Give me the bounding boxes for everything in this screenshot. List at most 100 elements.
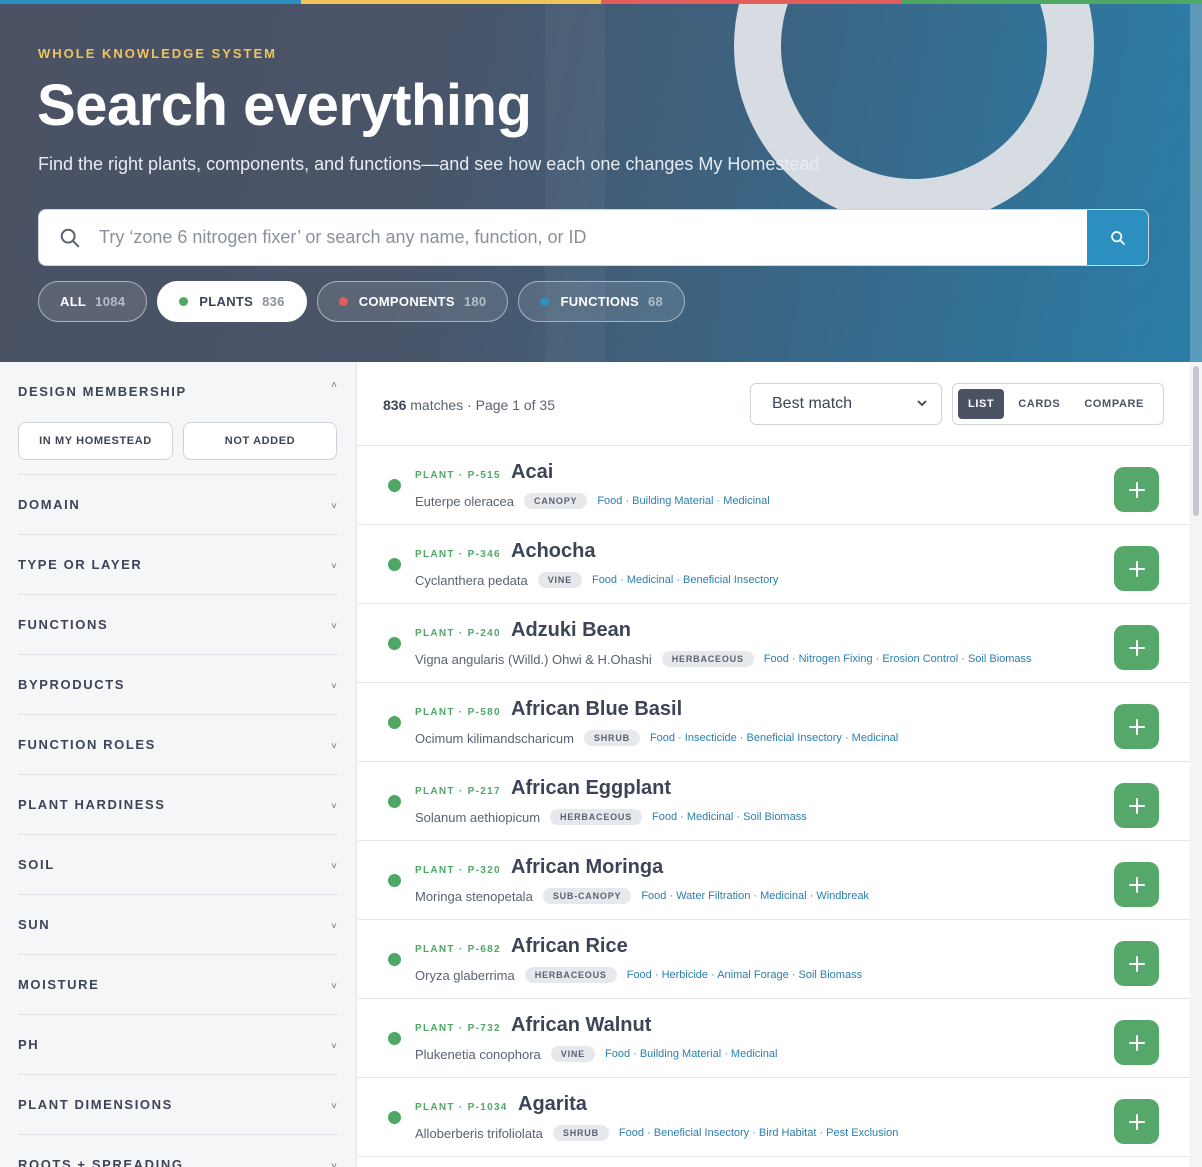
- facet-functions[interactable]: FUNCTIONS ˅: [18, 595, 337, 655]
- facet-sun[interactable]: SUN ˅: [18, 895, 337, 955]
- facet-moisture[interactable]: MOISTURE ˅: [18, 955, 337, 1015]
- result-row[interactable]: PLANT · P-346 Achocha Cyclanthera pedata VI…: [358, 525, 1190, 604]
- search-icon: [1110, 230, 1125, 245]
- facet-design-membership: DESIGN MEMBERSHIP ˄ IN MY HOMESTEAD NOT …: [18, 362, 337, 475]
- result-name[interactable]: African Eggplant: [511, 777, 671, 800]
- layer-badge: HERBACEOUS: [550, 809, 643, 825]
- scientific-name: Solanum aethiopicum: [415, 809, 541, 825]
- add-to-homestead-button[interactable]: [1114, 783, 1159, 828]
- plant-type-dot-icon: [388, 637, 401, 650]
- function-list: Food · Herbicide · Animal Forage · Soil …: [626, 969, 863, 981]
- result-name[interactable]: Acai: [511, 461, 553, 484]
- facet-soil[interactable]: SOIL ˅: [18, 835, 337, 895]
- plant-type-dot-icon: [388, 1032, 401, 1045]
- chevron-down-icon[interactable]: ˅: [331, 741, 337, 752]
- add-to-homestead-button[interactable]: [1114, 467, 1159, 512]
- sort-select[interactable]: Best match: [750, 383, 942, 425]
- stripe-segment: [300, 0, 601, 4]
- result-row[interactable]: PLANT · P-682 African Rice Oryza glaberrim…: [358, 920, 1190, 999]
- facet-plant-hardiness[interactable]: PLANT HARDINESS ˅: [18, 775, 337, 835]
- view-mode-tabs: LIST CARDS COMPARE: [952, 383, 1164, 425]
- in-my-homestead-button[interactable]: IN MY HOMESTEAD: [18, 422, 173, 460]
- not-added-button[interactable]: NOT ADDED: [183, 422, 337, 460]
- filter-pill-functions[interactable]: FUNCTIONS 68: [518, 281, 686, 322]
- result-row[interactable]: PLANT · P-1034 Agarita Alloberberis trifol…: [358, 1078, 1190, 1157]
- result-name[interactable]: Agarita: [518, 1093, 587, 1116]
- add-to-homestead-button[interactable]: [1114, 625, 1159, 670]
- facet-roots-spreading[interactable]: ROOTS + SPREADING ˅: [18, 1135, 337, 1167]
- result-name[interactable]: Adzuki Bean: [511, 619, 631, 642]
- result-name[interactable]: Achocha: [511, 540, 595, 563]
- plus-icon: [1128, 639, 1145, 656]
- chevron-down-icon[interactable]: ˅: [331, 561, 337, 572]
- facet-label: SOIL: [18, 857, 55, 872]
- result-row[interactable]: PLANT · P-580 African Blue Basil Ocimum ki…: [358, 683, 1190, 762]
- search-bar: [38, 209, 1149, 266]
- plus-icon: [1128, 718, 1145, 735]
- view-tab-cards[interactable]: CARDS: [1008, 389, 1070, 419]
- results-scrollbar[interactable]: [1190, 362, 1202, 1167]
- add-to-homestead-button[interactable]: [1114, 1020, 1159, 1065]
- result-name[interactable]: African Walnut: [511, 1014, 651, 1037]
- facet-plant-dimensions[interactable]: PLANT DIMENSIONS ˅: [18, 1075, 337, 1135]
- pill-count: 836: [262, 294, 285, 309]
- result-row[interactable]: PLANT · P-217 African Eggplant Solanum aet…: [358, 762, 1190, 841]
- result-details: Ocimum kilimandscharicum SHRUB Food · Inse…: [415, 730, 898, 746]
- scientific-name: Oryza glaberrima: [415, 967, 515, 983]
- result-row[interactable]: PLANT · P-240 Adzuki Bean Vigna angularis …: [358, 604, 1190, 683]
- hero-banner: WHOLE KNOWLEDGE SYSTEM Search everything…: [0, 0, 1202, 362]
- chevron-down-icon[interactable]: ˅: [331, 1161, 337, 1167]
- result-name[interactable]: African Moringa: [511, 856, 663, 879]
- chevron-down-icon[interactable]: ˅: [331, 1101, 337, 1112]
- layer-badge: VINE: [537, 572, 582, 588]
- add-to-homestead-button[interactable]: [1114, 704, 1159, 749]
- layer-badge: CANOPY: [524, 493, 588, 509]
- add-to-homestead-button[interactable]: [1114, 941, 1159, 986]
- plus-icon: [1128, 1113, 1145, 1130]
- function-list: Food · Building Material · Medicinal: [604, 1048, 778, 1060]
- layer-badge: HERBACEOUS: [524, 967, 617, 983]
- match-count: 836: [383, 397, 407, 413]
- search-button[interactable]: [1087, 210, 1148, 265]
- add-to-homestead-button[interactable]: [1114, 862, 1159, 907]
- plant-type-dot-icon: [388, 1111, 401, 1124]
- chevron-down-icon[interactable]: ˅: [331, 981, 337, 992]
- result-kind-id: PLANT · P-346: [415, 549, 501, 560]
- chevron-down-icon[interactable]: ˅: [331, 621, 337, 632]
- result-kind-id: PLANT · P-732: [415, 1023, 501, 1034]
- facet-function-roles[interactable]: FUNCTION ROLES ˅: [18, 715, 337, 775]
- result-row[interactable]: PLANT · P-320 African Moringa Moringa sten…: [358, 841, 1190, 920]
- view-tab-list[interactable]: LIST: [958, 389, 1005, 419]
- add-to-homestead-button[interactable]: [1114, 546, 1159, 591]
- plus-icon: [1128, 797, 1145, 814]
- chevron-down-icon[interactable]: ˅: [331, 681, 337, 692]
- chevron-down-icon[interactable]: ˅: [331, 801, 337, 812]
- result-row[interactable]: PLANT · P-732 African Walnut Plukenetia co…: [358, 999, 1190, 1078]
- chevron-down-icon[interactable]: ˅: [331, 501, 337, 512]
- add-to-homestead-button[interactable]: [1114, 1099, 1159, 1144]
- layer-badge: SHRUB: [552, 1125, 609, 1141]
- layer-badge: SHRUB: [583, 730, 640, 746]
- facet-domain[interactable]: DOMAIN ˅: [18, 475, 337, 535]
- filter-pill-plants[interactable]: PLANTS 836: [157, 281, 307, 322]
- filter-pill-components[interactable]: COMPONENTS 180: [316, 281, 509, 322]
- result-name[interactable]: African Rice: [511, 935, 628, 958]
- result-name[interactable]: African Blue Basil: [511, 698, 682, 721]
- chevron-up-icon[interactable]: ˄: [331, 380, 337, 391]
- search-input[interactable]: [99, 210, 1079, 265]
- filter-pill-all[interactable]: ALL 1084: [38, 281, 148, 322]
- top-color-stripe: [0, 0, 1202, 4]
- dot-icon: [179, 297, 189, 306]
- pill-count: 180: [463, 294, 487, 309]
- chevron-down-icon[interactable]: ˅: [331, 1041, 337, 1052]
- scrollbar-thumb[interactable]: [1193, 366, 1199, 516]
- pill-count: 1084: [95, 294, 126, 309]
- facet-ph[interactable]: PH ˅: [18, 1015, 337, 1075]
- result-row[interactable]: PLANT · P-515 Acai Euterpe oleracea CANOPY F…: [358, 446, 1190, 525]
- chevron-down-icon[interactable]: ˅: [331, 861, 337, 872]
- facet-type-or-layer[interactable]: TYPE OR LAYER ˅: [18, 535, 337, 595]
- facet-byproducts[interactable]: BYPRODUCTS ˅: [18, 655, 337, 715]
- view-tab-compare[interactable]: COMPARE: [1074, 389, 1154, 419]
- chevron-down-icon[interactable]: ˅: [331, 921, 337, 932]
- scientific-name: Moringa stenopetala: [415, 888, 533, 904]
